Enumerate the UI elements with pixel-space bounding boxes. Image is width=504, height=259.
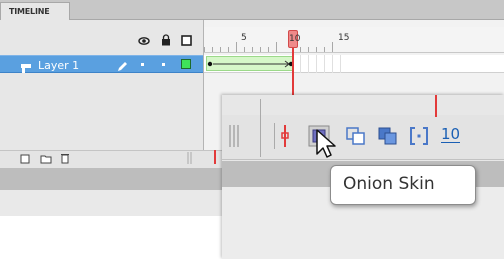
current-frame-number[interactable]: 10 <box>441 126 461 143</box>
toolbar-separator <box>260 99 261 157</box>
layer-name[interactable]: Layer 1 <box>38 59 79 72</box>
visibility-dot-icon[interactable] <box>141 63 144 66</box>
frame-cell <box>316 55 317 73</box>
ruler-tick <box>228 47 229 52</box>
zoomed-toolbar-callout: 10 Onion Skin <box>222 95 504 259</box>
ruler-tick <box>236 42 237 52</box>
ruler-label: 15 <box>338 33 350 43</box>
frame-cell <box>308 55 309 73</box>
edit-multiple-frames-icon[interactable] <box>378 127 398 149</box>
ruler-tick <box>316 47 317 52</box>
delete-icon[interactable] <box>60 152 70 167</box>
ruler-tick <box>204 47 205 52</box>
frame-cell <box>332 55 333 73</box>
new-folder-icon[interactable] <box>40 153 52 167</box>
eye-icon[interactable] <box>138 36 150 49</box>
ruler-tick <box>300 47 301 52</box>
mouse-cursor-icon <box>316 129 338 163</box>
layer-type-icon <box>20 59 32 78</box>
playhead-frame-label: 10 <box>289 34 301 44</box>
playhead-line <box>292 48 294 96</box>
timeline-footer <box>0 190 222 216</box>
screenshot: TIMELINE 5 15 10 Layer 1 10 Onion Skin <box>0 0 504 259</box>
tooltip: Onion Skin <box>330 165 476 205</box>
ruler-tick <box>308 47 309 52</box>
scroll-grip-icon[interactable] <box>187 152 193 167</box>
ruler-tick <box>212 47 213 52</box>
ruler-tick <box>276 42 277 52</box>
ruler-label: 5 <box>241 33 247 43</box>
outline-icon[interactable] <box>181 35 192 49</box>
lock-dot-icon[interactable] <box>162 63 165 66</box>
zoomed-playhead-line <box>435 95 437 117</box>
panel-tab-bar: TIMELINE <box>0 0 504 21</box>
layer-color-swatch[interactable] <box>181 59 191 69</box>
layer-row[interactable]: Layer 1 <box>0 55 203 73</box>
lock-icon[interactable] <box>161 34 171 49</box>
frame-cell <box>324 55 325 73</box>
motion-tween-span[interactable] <box>206 56 294 71</box>
ruler-tick <box>332 42 333 52</box>
playhead-line-extension <box>214 150 216 164</box>
ruler-tick <box>252 47 253 52</box>
layer-frames[interactable] <box>204 55 504 73</box>
ruler-tick <box>324 47 325 52</box>
frame-cell <box>340 55 341 73</box>
toolbar-separator <box>274 123 275 149</box>
ruler-tick <box>244 47 245 52</box>
ruler-tick <box>220 47 221 52</box>
ruler-tick <box>268 47 269 52</box>
ruler-tick <box>260 47 261 52</box>
center-frame-icon[interactable] <box>280 125 290 151</box>
frame-ruler[interactable]: 5 15 <box>204 27 504 53</box>
onion-skin-outlines-icon[interactable] <box>346 127 366 149</box>
frame-cell <box>300 55 301 73</box>
new-layer-icon[interactable] <box>20 153 31 167</box>
timeline-tab[interactable]: TIMELINE <box>0 2 70 21</box>
pencil-icon <box>116 58 128 77</box>
modify-onion-markers-icon[interactable] <box>409 126 429 150</box>
grip-handle-icon[interactable] <box>228 125 240 151</box>
